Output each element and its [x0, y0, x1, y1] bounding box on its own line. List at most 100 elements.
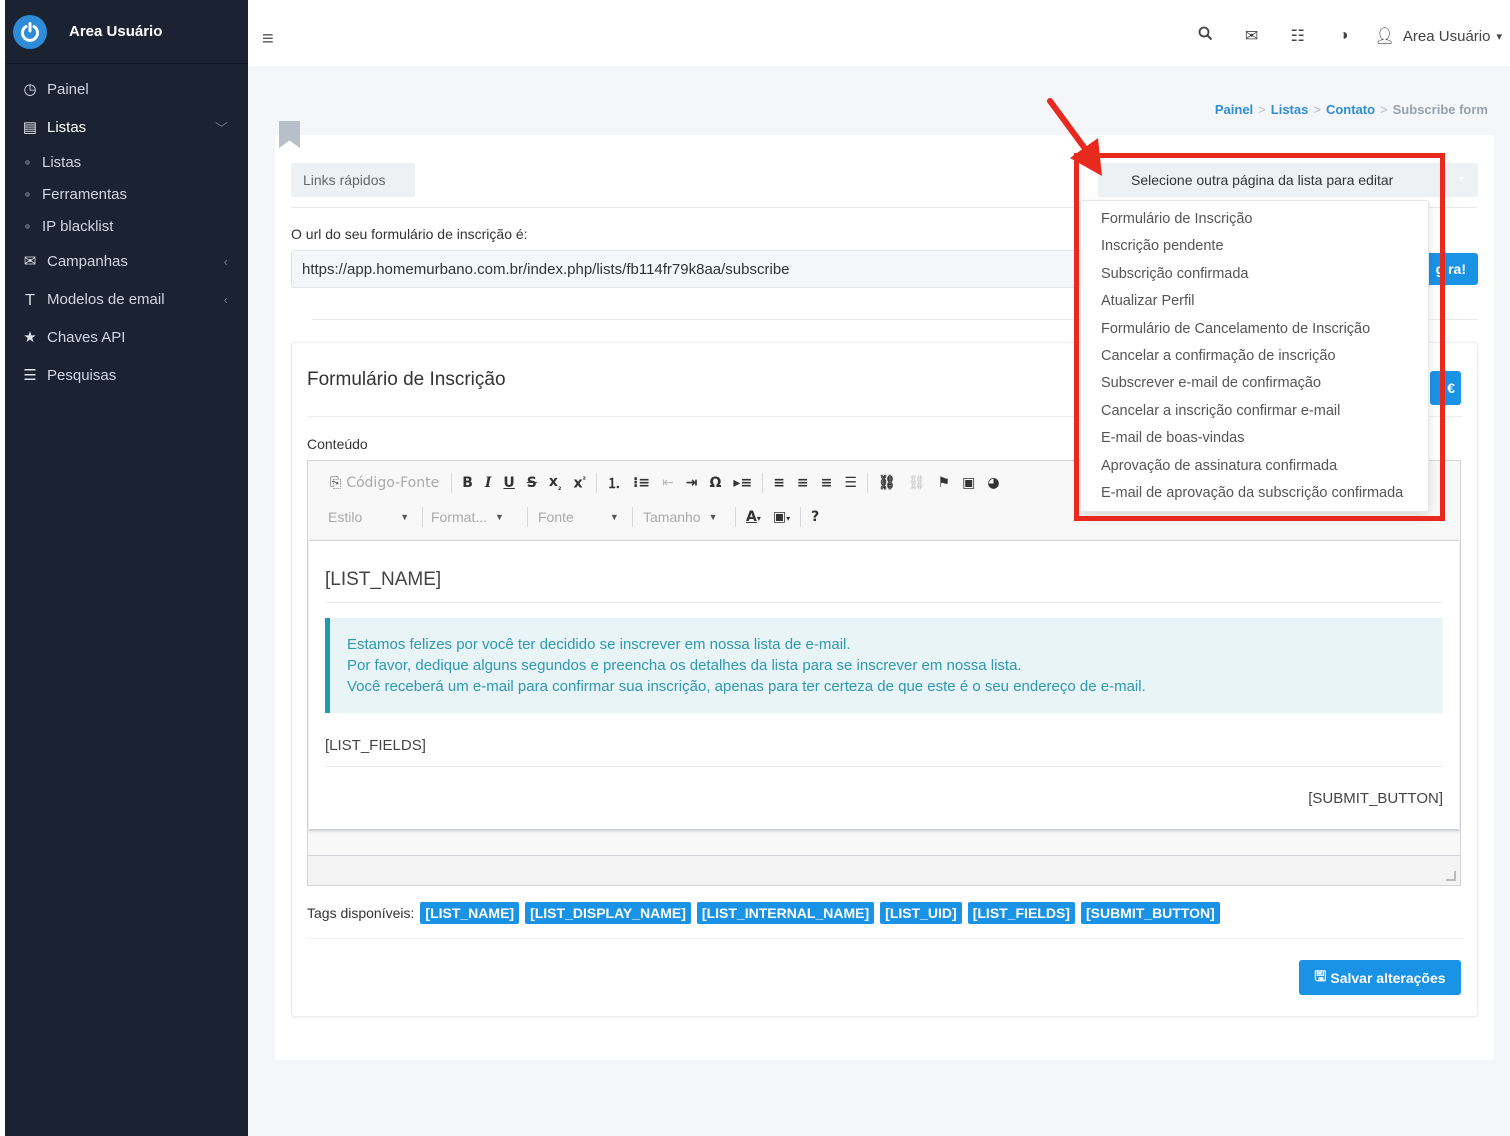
text-color-icon[interactable]: A▾: [740, 509, 767, 525]
envelope-icon: ✉: [23, 253, 37, 270]
brand-name: Area Usuário: [69, 23, 163, 40]
bulleted-list-icon[interactable]: ⁝≡: [627, 475, 656, 491]
user-icon: 👤︎: [1374, 28, 1395, 45]
tags-label: Tags disponíveis:: [307, 905, 415, 921]
callout-line: Por favor, dedique alguns segundos e pre…: [347, 657, 1022, 674]
brand[interactable]: Area Usuário: [5, 0, 248, 64]
tag-list-uid[interactable]: [LIST_UID]: [880, 902, 962, 924]
breadcrumb-current: Subscribe form: [1392, 102, 1488, 117]
tag-list-display-name[interactable]: [LIST_DISPLAY_NAME]: [525, 902, 691, 924]
content-label: Conteúdo: [307, 436, 368, 452]
sidebar-item-painel[interactable]: ◷ Painel: [5, 70, 248, 108]
sidebar-item-label: Chaves API: [47, 328, 126, 346]
callout-line: Você receberá um e-mail para confirmar s…: [347, 678, 1146, 695]
source-label: Código-Fonte: [346, 475, 440, 491]
sidebar-item-pesquisas[interactable]: ☰ Pesquisas: [5, 356, 248, 394]
format-label: Format...: [431, 509, 488, 525]
indent-icon[interactable]: ⇥: [680, 475, 704, 491]
sidebar-subitem-label: Listas: [42, 153, 82, 171]
sidebar-item-label: Painel: [47, 80, 89, 98]
bg-color-icon[interactable]: ▣▾: [767, 509, 796, 525]
save-button-label: Salvar alterações: [1330, 969, 1446, 986]
topbar-actions: ✉ ☷ ◑ 👤︎ Area Usuário ▾: [1183, 26, 1502, 46]
subscript-icon[interactable]: x₂: [543, 474, 568, 492]
size-label: Tamanho: [643, 509, 701, 525]
caret-down-icon: ▾: [1458, 174, 1464, 185]
special-char-icon[interactable]: Ω: [704, 475, 728, 491]
image-icon[interactable]: ▣: [956, 475, 981, 491]
source-button[interactable]: ⎘ Código-Fonte: [324, 475, 447, 491]
size-select[interactable]: Tamanho ▼: [637, 509, 731, 525]
list-icon: ▤: [22, 119, 38, 136]
breadcrumb-listas[interactable]: Listas: [1271, 102, 1309, 117]
sidebar-subitem-listas[interactable]: Listas: [5, 146, 248, 178]
link-icon[interactable]: ⛓: [872, 475, 902, 491]
sidebar-subitem-label: IP blacklist: [42, 217, 114, 235]
outdent-icon[interactable]: ⇤: [656, 475, 680, 491]
tag-list-internal-name[interactable]: [LIST_INTERNAL_NAME]: [696, 902, 875, 924]
breadcrumb-contato[interactable]: Contato: [1326, 102, 1375, 117]
numbered-list-icon[interactable]: ⒈: [601, 473, 627, 493]
blockquote-icon[interactable]: ▸≡: [727, 475, 758, 491]
dashboard-icon: ◷: [23, 81, 37, 98]
hamburger-icon[interactable]: ≡: [262, 28, 274, 51]
sidebar-item-label: Campanhas: [47, 252, 128, 270]
rich-text-editor: ⎘ Código-Fonte B I U S x₂ x² ⒈ ⁝≡ ⇤ ⇥ Ω ▸…: [307, 460, 1461, 886]
style-label: Estilo: [328, 509, 363, 525]
editor-statusbar: [308, 855, 1460, 885]
sidebar-item-modelos[interactable]: Ｔ Modelos de email ‹: [5, 280, 248, 318]
align-right-icon[interactable]: ≡: [815, 475, 839, 491]
chevron-down-icon: ﹀: [214, 120, 228, 136]
bullet-icon: [25, 223, 30, 229]
bold-icon[interactable]: B: [456, 475, 479, 491]
superscript-icon[interactable]: x²: [567, 475, 592, 492]
quick-links-button[interactable]: Links rápidos: [291, 163, 415, 197]
url-label: O url do seu formulário de inscrição é:: [291, 226, 528, 242]
save-button[interactable]: 🖫︎ Salvar alterações: [1299, 960, 1461, 995]
server-icon[interactable]: ☷: [1275, 26, 1321, 46]
compass-icon[interactable]: ◕: [981, 475, 1005, 491]
user-menu[interactable]: 👤︎ Area Usuário ▾: [1375, 26, 1502, 46]
divider: [325, 766, 1443, 767]
editor-toolbar-row-1: ⎘ Código-Fonte B I U S x₂ x² ⒈ ⁝≡ ⇤ ⇥ Ω ▸…: [324, 469, 1006, 497]
sidebar-subitem-label: Ferramentas: [42, 185, 128, 203]
tag-submit-button[interactable]: [SUBMIT_BUTTON]: [1080, 902, 1220, 924]
font-label: Fonte: [538, 509, 574, 525]
divider: [325, 602, 1443, 603]
sidebar-item-campanhas[interactable]: ✉ Campanhas ‹: [5, 242, 248, 280]
caret-down-icon: ▾: [1496, 30, 1502, 43]
sidebar-item-listas[interactable]: ▤ Listas ﹀: [5, 108, 248, 146]
resize-handle-icon[interactable]: [1446, 871, 1456, 881]
text-icon: Ｔ: [22, 291, 38, 309]
editor-toolbar-row-2: Estilo ▼ Format... ▼ Fonte ▼ Tamanho ▼ A▾ ▣▾…: [324, 503, 825, 531]
sidebar-subitem-ip-blacklist[interactable]: IP blacklist: [5, 210, 248, 242]
list-fields-tag: [LIST_FIELDS]: [325, 737, 426, 754]
list-icon: ☰: [23, 367, 37, 384]
italic-icon[interactable]: I: [479, 475, 498, 491]
tag-list-name[interactable]: [LIST_NAME]: [420, 902, 520, 924]
help-button[interactable]: ?: [805, 509, 825, 525]
anchor-flag-icon[interactable]: ⚑: [932, 475, 957, 491]
align-left-icon[interactable]: ≡: [767, 475, 791, 491]
align-justify-icon[interactable]: ☰: [838, 475, 863, 491]
sidebar-item-chaves-api[interactable]: ★ Chaves API: [5, 318, 248, 356]
style-select[interactable]: Estilo ▼: [324, 509, 418, 525]
editor-content-area[interactable]: [LIST_NAME] Estamos felizes por você ter…: [309, 540, 1459, 831]
format-select[interactable]: Format... ▼: [427, 509, 523, 525]
tag-list-fields[interactable]: [LIST_FIELDS]: [967, 902, 1075, 924]
bullet-icon: [25, 159, 30, 165]
caret-down-icon: ▼: [708, 512, 718, 522]
sidebar-subitem-ferramentas[interactable]: Ferramentas: [5, 178, 248, 210]
search-icon[interactable]: [1183, 26, 1229, 46]
align-center-icon[interactable]: ≡: [791, 475, 815, 491]
caret-down-icon: ▼: [495, 512, 504, 522]
divider: [307, 938, 1462, 939]
unlink-icon[interactable]: ⛓: [902, 475, 932, 491]
underline-icon[interactable]: U: [497, 475, 520, 491]
sidebar-item-label: Pesquisas: [47, 366, 117, 384]
breadcrumb-painel[interactable]: Painel: [1215, 102, 1253, 117]
contrast-icon[interactable]: ◑: [1321, 27, 1367, 45]
font-select[interactable]: Fonte ▼: [532, 509, 628, 525]
envelope-icon[interactable]: ✉: [1229, 26, 1275, 46]
strikethrough-icon[interactable]: S: [521, 475, 543, 491]
